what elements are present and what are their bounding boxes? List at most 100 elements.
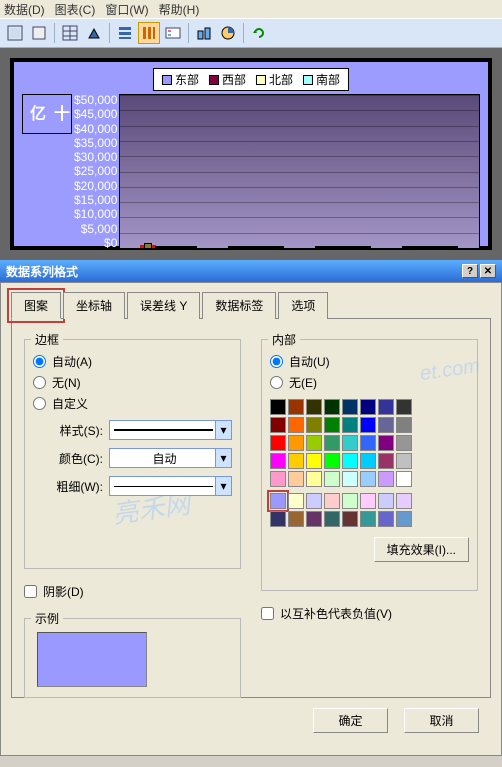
bar[interactable] bbox=[402, 246, 416, 248]
color-swatch[interactable] bbox=[270, 471, 286, 487]
border-auto-radio[interactable] bbox=[33, 355, 46, 368]
legend-icon[interactable] bbox=[162, 22, 184, 44]
color-swatch[interactable] bbox=[378, 511, 394, 527]
color-swatch[interactable] bbox=[306, 435, 322, 451]
color-swatch[interactable] bbox=[360, 511, 376, 527]
bar[interactable] bbox=[228, 246, 242, 248]
ok-button[interactable]: 确定 bbox=[313, 708, 388, 733]
color-swatch[interactable] bbox=[306, 399, 322, 415]
color-swatch[interactable] bbox=[396, 417, 412, 433]
bar[interactable] bbox=[357, 246, 371, 248]
menu-data[interactable]: 数据(D) bbox=[4, 1, 45, 18]
color-swatch[interactable] bbox=[306, 471, 322, 487]
data-table-icon[interactable] bbox=[59, 22, 81, 44]
bar[interactable] bbox=[169, 246, 183, 248]
color-swatch[interactable] bbox=[288, 493, 304, 509]
weight-combo[interactable]: ▾ bbox=[109, 476, 232, 496]
color-swatch[interactable] bbox=[288, 435, 304, 451]
color-swatch[interactable] bbox=[378, 493, 394, 509]
legend[interactable]: 东部西部北部南部 bbox=[153, 68, 349, 91]
color-swatch[interactable] bbox=[360, 417, 376, 433]
bar[interactable] bbox=[256, 246, 270, 248]
color-swatch[interactable] bbox=[324, 435, 340, 451]
fill-effects-button[interactable]: 填充效果(I)... bbox=[374, 537, 469, 562]
color-swatch[interactable] bbox=[342, 399, 358, 415]
help-icon[interactable]: ? bbox=[462, 264, 478, 278]
bar[interactable] bbox=[343, 246, 357, 248]
chart-area-icon[interactable] bbox=[4, 22, 26, 44]
color-swatch[interactable] bbox=[324, 417, 340, 433]
bar[interactable] bbox=[430, 246, 444, 248]
color-swatch[interactable] bbox=[396, 399, 412, 415]
border-none-radio[interactable] bbox=[33, 376, 46, 389]
plot-area-icon[interactable] bbox=[28, 22, 50, 44]
bar[interactable] bbox=[444, 246, 458, 248]
tab-error-y[interactable]: 误差线 Y bbox=[127, 292, 200, 319]
bar[interactable] bbox=[183, 246, 197, 248]
color-swatch[interactable] bbox=[396, 471, 412, 487]
by-row-icon[interactable] bbox=[114, 22, 136, 44]
color-swatch[interactable] bbox=[360, 453, 376, 469]
legend-item[interactable]: 南部 bbox=[303, 71, 340, 88]
color-swatch[interactable] bbox=[306, 511, 322, 527]
color-swatch[interactable] bbox=[396, 453, 412, 469]
refresh-icon[interactable] bbox=[248, 22, 270, 44]
color-swatch[interactable] bbox=[288, 471, 304, 487]
color-swatch[interactable] bbox=[342, 511, 358, 527]
menu-help[interactable]: 帮助(H) bbox=[159, 1, 200, 18]
color-swatch[interactable] bbox=[270, 511, 286, 527]
legend-item[interactable]: 北部 bbox=[256, 71, 293, 88]
color-combo[interactable]: 自动▾ bbox=[109, 448, 232, 468]
color-swatch[interactable] bbox=[324, 511, 340, 527]
color-swatch[interactable] bbox=[360, 471, 376, 487]
style-combo[interactable]: ▾ bbox=[109, 420, 232, 440]
bar[interactable] bbox=[141, 246, 155, 248]
plot-area[interactable] bbox=[119, 94, 480, 249]
menu-window[interactable]: 窗口(W) bbox=[105, 1, 148, 18]
color-swatch[interactable] bbox=[342, 453, 358, 469]
close-icon[interactable]: ✕ bbox=[480, 264, 496, 278]
color-swatch[interactable] bbox=[342, 493, 358, 509]
color-swatch[interactable] bbox=[396, 493, 412, 509]
color-swatch[interactable] bbox=[306, 417, 322, 433]
interior-auto-radio[interactable] bbox=[270, 355, 283, 368]
bar[interactable] bbox=[315, 246, 329, 248]
color-swatch[interactable] bbox=[360, 493, 376, 509]
color-swatch[interactable] bbox=[270, 399, 286, 415]
border-custom-radio[interactable] bbox=[33, 397, 46, 410]
color-swatch[interactable] bbox=[306, 493, 322, 509]
color-swatch[interactable] bbox=[288, 511, 304, 527]
color-swatch[interactable] bbox=[342, 435, 358, 451]
tab-data-labels[interactable]: 数据标签 bbox=[202, 292, 276, 319]
bar[interactable] bbox=[155, 246, 169, 248]
color-swatch[interactable] bbox=[378, 417, 394, 433]
color-swatch[interactable] bbox=[306, 453, 322, 469]
color-swatch[interactable] bbox=[324, 453, 340, 469]
chart[interactable]: 东部西部北部南部 十亿 $50,000$45,000$40,000$35,000… bbox=[10, 58, 492, 250]
pie-icon[interactable] bbox=[217, 22, 239, 44]
color-swatch[interactable] bbox=[378, 435, 394, 451]
bar[interactable] bbox=[329, 246, 343, 248]
color-swatch[interactable] bbox=[288, 453, 304, 469]
color-swatch[interactable] bbox=[288, 399, 304, 415]
color-swatch[interactable] bbox=[342, 417, 358, 433]
color-swatch[interactable] bbox=[378, 471, 394, 487]
tab-axis[interactable]: 坐标轴 bbox=[63, 292, 125, 319]
color-swatch[interactable] bbox=[270, 493, 286, 509]
tab-options[interactable]: 选项 bbox=[278, 292, 328, 319]
legend-item[interactable]: 西部 bbox=[209, 71, 246, 88]
by-column-icon[interactable] bbox=[138, 22, 160, 44]
cancel-button[interactable]: 取消 bbox=[404, 708, 479, 733]
interior-none-radio[interactable] bbox=[270, 376, 283, 389]
bar[interactable] bbox=[242, 246, 256, 248]
bar[interactable] bbox=[416, 246, 430, 248]
color-swatch[interactable] bbox=[360, 399, 376, 415]
color-swatch[interactable] bbox=[378, 453, 394, 469]
color-swatch[interactable] bbox=[342, 471, 358, 487]
color-swatch[interactable] bbox=[396, 435, 412, 451]
color-swatch[interactable] bbox=[378, 399, 394, 415]
chart-type-icon[interactable] bbox=[83, 22, 105, 44]
color-swatch[interactable] bbox=[270, 435, 286, 451]
color-swatch[interactable] bbox=[360, 435, 376, 451]
bar[interactable] bbox=[270, 246, 284, 248]
